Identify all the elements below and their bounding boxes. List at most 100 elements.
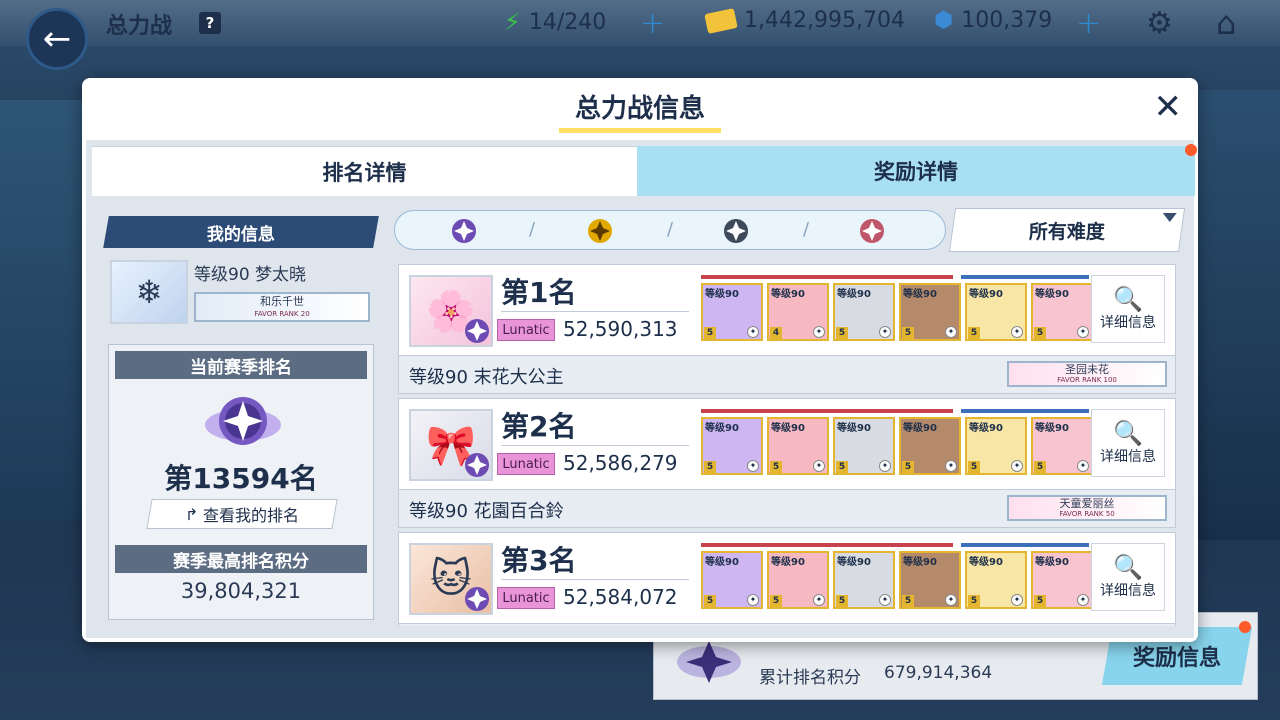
divider: / — [529, 219, 536, 240]
student-card[interactable]: 等级90 5 ✦ — [899, 283, 961, 341]
star-grade: 5 — [704, 595, 716, 607]
credit-card-icon — [704, 7, 738, 34]
notification-dot — [1185, 144, 1197, 156]
student-card[interactable]: 等级90 5 ✦ — [965, 551, 1027, 609]
character-portrait-icon: ❄ — [135, 273, 163, 311]
role-icon: ✦ — [1077, 594, 1089, 606]
ranking-list[interactable]: 🌸 第1名 Lunatic 52,590,313 等级90 5 ✦ 等级90 4… — [394, 260, 1180, 626]
search-icon: 🔍 — [1113, 553, 1143, 581]
student-card[interactable]: 等级90 5 ✦ — [1031, 551, 1093, 609]
credits-value: 1,442,995,704 — [744, 8, 905, 33]
student-card[interactable]: 等级90 5 ✦ — [899, 551, 961, 609]
student-card[interactable]: 等级90 5 ✦ — [965, 417, 1027, 475]
entry-footer: 等级90 花園百合鈴 天童爱丽丝 FAVOR RANK 50 — [399, 489, 1175, 527]
search-icon: 🔍 — [1113, 419, 1143, 447]
rank-position: 第1名 — [501, 276, 577, 309]
role-icon: ✦ — [813, 594, 825, 606]
student-level: 等级90 — [771, 423, 805, 434]
star-grade: 5 — [1034, 327, 1046, 339]
current-rank-label: 当前赛季排名 — [115, 351, 367, 379]
ranking-entry[interactable]: 🌸 第1名 Lunatic 52,590,313 等级90 5 ✦ 等级90 4… — [398, 264, 1176, 394]
student-level: 等级90 — [771, 557, 805, 568]
question-icon[interactable]: ? — [199, 12, 221, 34]
view-my-rank-button[interactable]: ↱ 查看我的排名 — [146, 499, 338, 529]
student-card[interactable]: 等级90 5 ✦ — [1031, 283, 1093, 341]
star-grade: 5 — [968, 595, 980, 607]
back-button[interactable]: ← — [26, 8, 88, 70]
silver-tier-filter[interactable] — [715, 215, 757, 247]
favor-rank: FAVOR RANK 50 — [1059, 510, 1115, 518]
role-icon: ✦ — [1011, 594, 1023, 606]
add-stamina-button[interactable]: + — [640, 6, 665, 41]
student-card[interactable]: 等级90 5 ✦ — [833, 417, 895, 475]
my-favor-badge: 和乐千世 FAVOR RANK 20 — [194, 292, 370, 322]
page-title: 总力战 — [106, 14, 173, 39]
detail-info-button[interactable]: 🔍 详细信息 — [1091, 275, 1165, 343]
student-card[interactable]: 等级90 5 ✦ — [899, 417, 961, 475]
gold-tier-filter[interactable] — [579, 215, 621, 247]
student-card[interactable]: 等级90 5 ✦ — [701, 417, 763, 475]
student-level: 等级90 — [969, 557, 1003, 568]
student-card[interactable]: 等级90 5 ✦ — [965, 283, 1027, 341]
student-card[interactable]: 等级90 5 ✦ — [767, 551, 829, 609]
difficulty-select-value: 所有难度 — [1028, 220, 1105, 243]
divider — [501, 445, 689, 446]
student-card[interactable]: 等级90 5 ✦ — [701, 551, 763, 609]
role-icon: ✦ — [813, 460, 825, 472]
student-card[interactable]: 等级90 5 ✦ — [833, 283, 895, 341]
current-rank-value: 第13594名 — [164, 462, 318, 495]
tab-ranking-details[interactable]: 排名详情 — [92, 146, 637, 196]
student-level: 等级90 — [969, 289, 1003, 300]
player-level-name: 等级90 花園百合鈴 — [409, 501, 564, 522]
platinum-emblem-icon — [465, 319, 489, 343]
role-icon: ✦ — [1077, 326, 1089, 338]
role-icon: ✦ — [747, 460, 759, 472]
student-level: 等级90 — [837, 423, 871, 434]
role-icon: ✦ — [813, 326, 825, 338]
student-card[interactable]: 等级90 5 ✦ — [701, 283, 763, 341]
stamina-value: 14/240 — [528, 9, 607, 35]
share-arrow-icon: ↱ — [185, 504, 199, 524]
detail-info-button[interactable]: 🔍 详细信息 — [1091, 409, 1165, 477]
raid-info-modal: 总力战信息 ✕ 排名详情 奖励详情 我的信息 ❄ 等级90 梦太晓 和乐千世 F… — [82, 78, 1198, 642]
dropdown-triangle-icon — [1162, 213, 1177, 222]
bronze-tier-filter[interactable] — [851, 215, 893, 247]
ranking-entry[interactable]: 🐱 第3名 Lunatic 52,584,072 等级90 5 ✦ 等级90 5… — [398, 532, 1176, 626]
student-card[interactable]: 等级90 5 ✦ — [833, 551, 895, 609]
star-grade: 5 — [968, 327, 980, 339]
score-value: 52,590,313 — [563, 317, 678, 341]
add-gems-button[interactable]: + — [1076, 6, 1101, 41]
divider — [501, 579, 689, 580]
rank-summary-box: 当前赛季排名 第13594名 ↱ 查看我的排名 赛季最高排名积分 39,804,… — [108, 344, 374, 620]
tab-reward-details[interactable]: 奖励详情 — [637, 144, 1197, 196]
best-score-label: 赛季最高排名积分 — [115, 545, 367, 573]
score-value: 52,584,072 — [563, 585, 678, 609]
home-icon[interactable]: ⌂ — [1216, 4, 1236, 42]
ranking-entry[interactable]: 🎀 第2名 Lunatic 52,586,279 等级90 5 ✦ 等级90 5… — [398, 398, 1176, 528]
title-underline — [559, 128, 721, 133]
modal-title: 总力战信息 — [574, 94, 705, 124]
student-card[interactable]: 等级90 5 ✦ — [1031, 417, 1093, 475]
arrow-left-icon: ← — [42, 19, 72, 59]
platinum-tier-filter[interactable] — [443, 215, 485, 247]
student-card[interactable]: 等级90 5 ✦ — [767, 417, 829, 475]
student-level: 等级90 — [903, 423, 937, 434]
role-icon: ✦ — [1011, 460, 1023, 472]
role-icon: ✦ — [747, 594, 759, 606]
difficulty-badge: Lunatic — [497, 319, 555, 341]
striker-stripe — [701, 275, 953, 279]
rank-position: 第3名 — [501, 544, 577, 577]
student-level: 等级90 — [705, 557, 739, 568]
star-grade: 5 — [836, 461, 848, 473]
gear-icon[interactable]: ⚙ — [1146, 6, 1173, 41]
difficulty-select[interactable]: 所有难度 — [948, 208, 1186, 252]
student-card[interactable]: 等级90 4 ✦ — [767, 283, 829, 341]
avatar[interactable]: ❄ — [110, 260, 188, 324]
close-icon[interactable]: ✕ — [1154, 90, 1183, 124]
detail-info-button[interactable]: 🔍 详细信息 — [1091, 543, 1165, 611]
search-icon: 🔍 — [1113, 285, 1143, 313]
role-icon: ✦ — [945, 594, 957, 606]
favor-badge: 圣园未花 FAVOR RANK 100 — [1007, 361, 1167, 387]
platinum-emblem-icon — [465, 453, 489, 477]
credits-display: 1,442,995,704 — [704, 7, 905, 34]
